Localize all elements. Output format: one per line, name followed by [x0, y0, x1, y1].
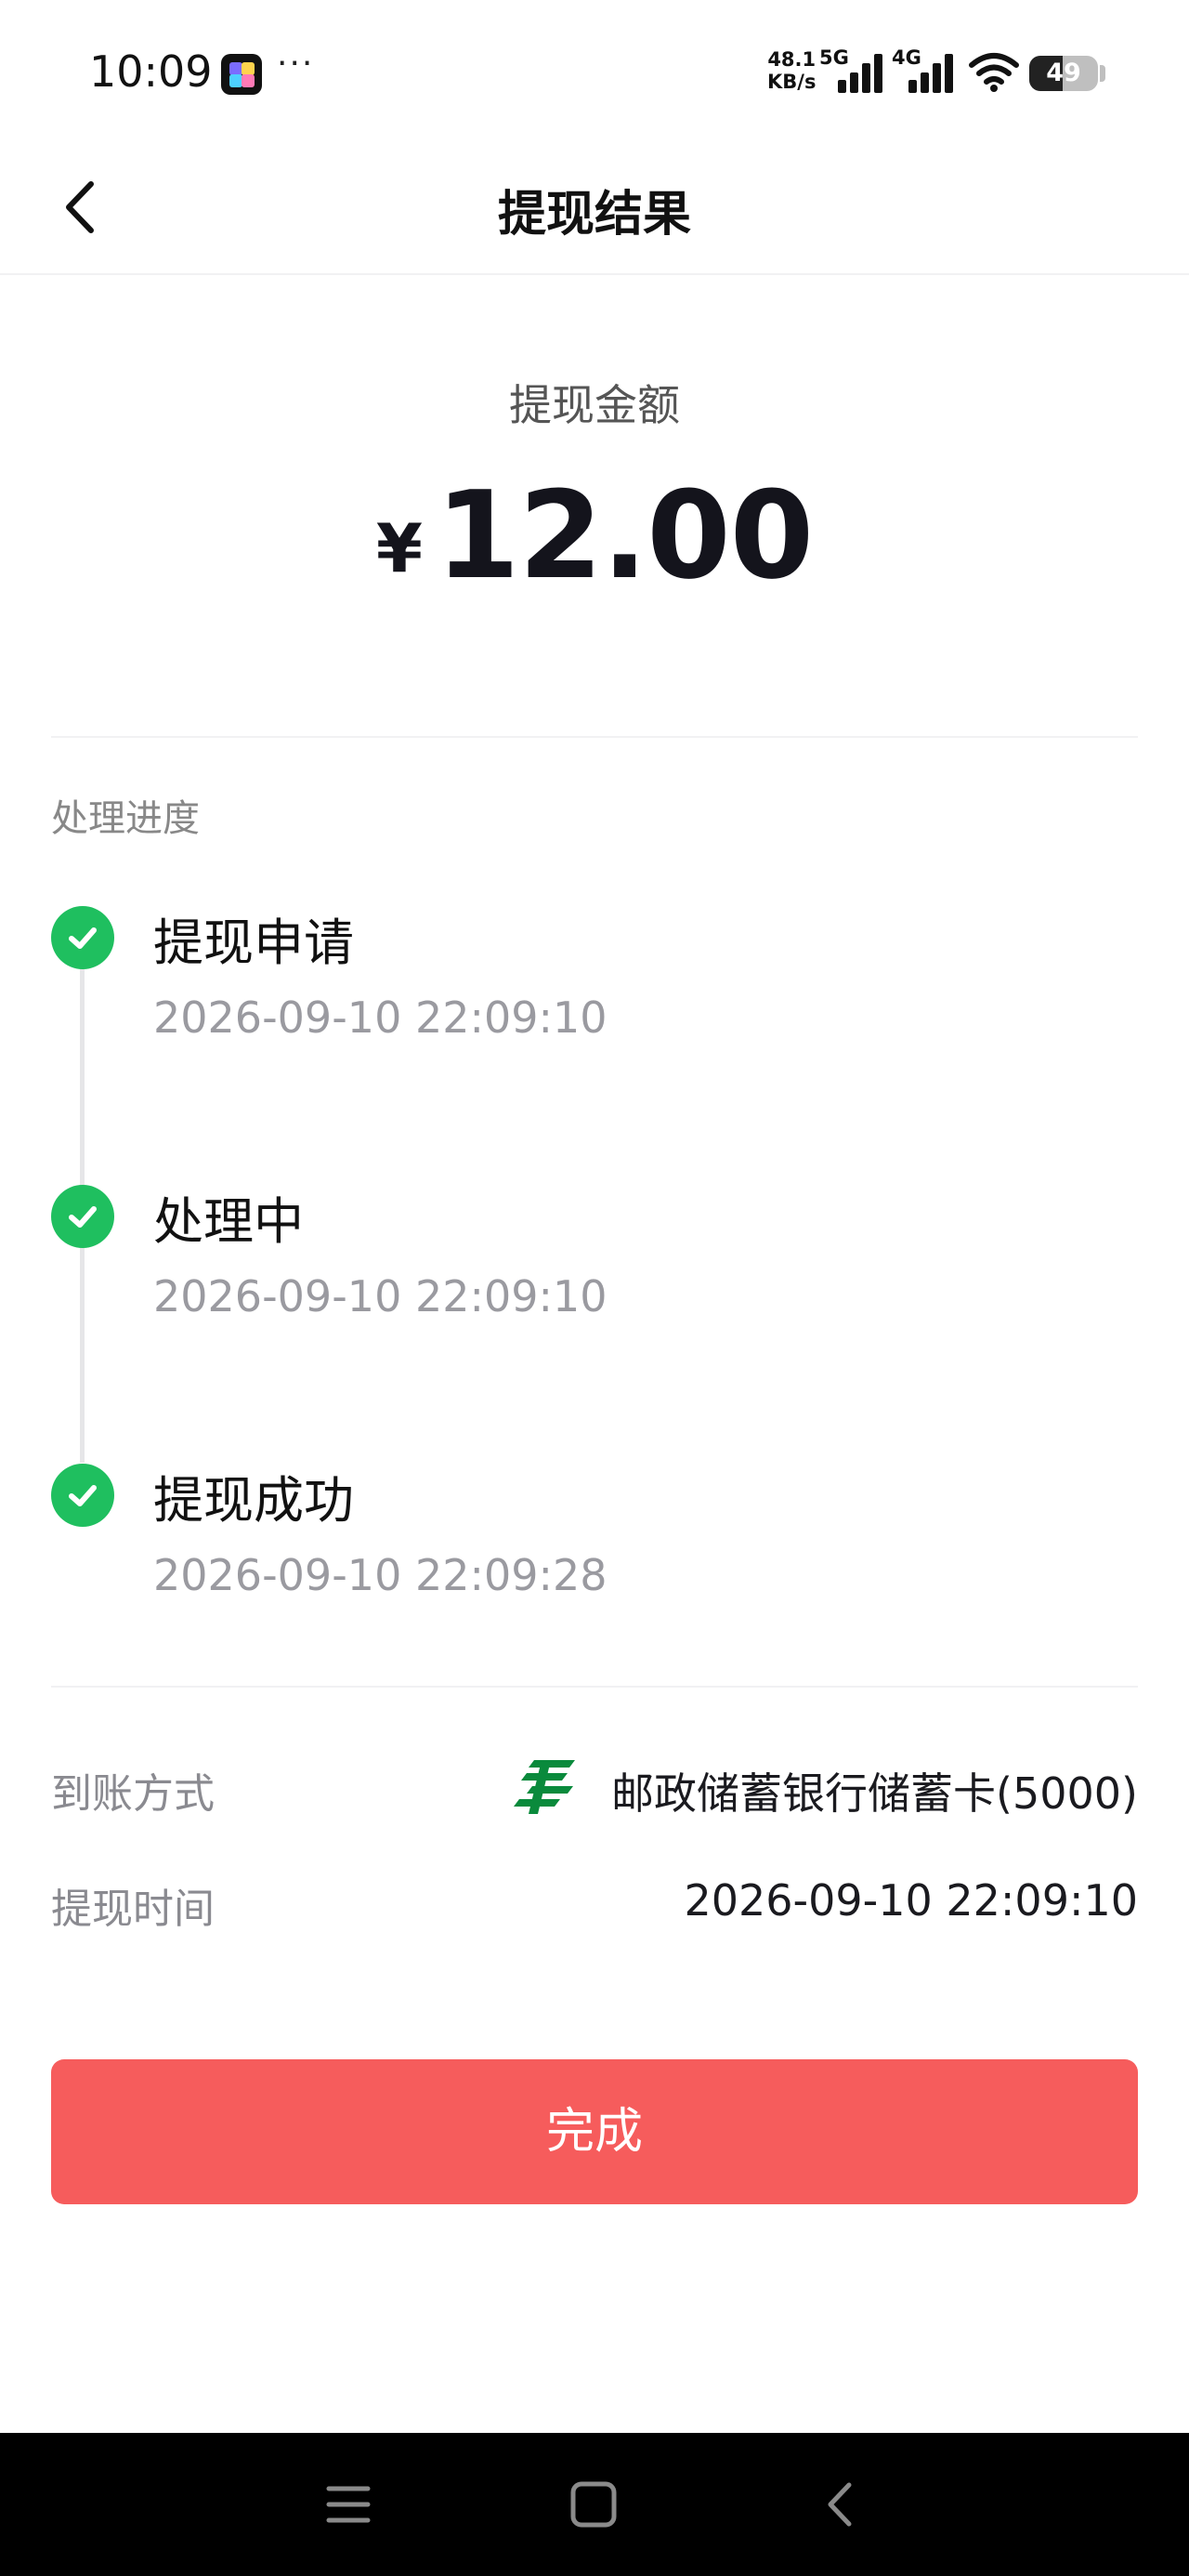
withdraw-time-row: 提现时间 2026-09-10 22:09:10 — [51, 1864, 1138, 1939]
nav-bar: 提现结果 — [0, 139, 1189, 275]
check-circle-icon — [51, 1185, 114, 1248]
timeline-step: 提现成功 2026-09-10 22:09:28 — [51, 1450, 1138, 1636]
timeline-step: 处理中 2026-09-10 22:09:10 — [51, 1171, 1138, 1357]
page-title: 提现结果 — [497, 187, 691, 243]
progress-title: 处理进度 — [51, 797, 200, 840]
step-title: 提现申请 — [153, 913, 354, 972]
battery-level: 49 — [1046, 59, 1081, 87]
step-title: 提现成功 — [153, 1471, 354, 1530]
app-notification-icon — [221, 54, 262, 95]
timeline-step: 提现申请 2026-09-10 22:09:10 — [51, 892, 1138, 1078]
signal-5g-icon — [838, 52, 892, 93]
check-circle-icon — [51, 906, 114, 969]
currency-symbol: ¥ — [375, 509, 423, 587]
step-time: 2026-09-10 22:09:10 — [153, 992, 608, 1043]
amount-label: 提现金额 — [509, 380, 680, 430]
battery-icon: 49 — [1029, 56, 1098, 91]
payout-method-value: 邮政储蓄银行储蓄卡(5000) — [611, 1768, 1138, 1819]
network-speed: 48.1 KB/s — [767, 48, 817, 93]
amount-value: 12.00 — [435, 465, 814, 606]
divider — [51, 1686, 1138, 1688]
signal-4g-icon — [908, 52, 962, 93]
step-time: 2026-09-10 22:09:28 — [153, 1550, 608, 1600]
status-bar: 10:09 ··· 48.1 KB/s 5G 4G 49 — [0, 0, 1189, 139]
withdraw-time-value: 2026-09-10 22:09:10 — [684, 1875, 1138, 1925]
payout-method-label: 到账方式 — [51, 1770, 215, 1818]
home-icon[interactable] — [568, 2479, 619, 2530]
withdraw-time-label: 提现时间 — [51, 1886, 215, 1933]
menu-icon[interactable] — [325, 2479, 372, 2530]
check-circle-icon — [51, 1464, 114, 1527]
divider — [51, 736, 1138, 738]
system-nav-bar — [0, 2433, 1189, 2576]
more-notifications-icon: ··· — [277, 45, 315, 83]
wifi-icon — [969, 53, 1019, 92]
status-time: 10:09 — [89, 46, 213, 97]
battery-tip — [1100, 65, 1105, 82]
step-title: 处理中 — [153, 1192, 304, 1251]
system-back-icon[interactable] — [817, 2479, 864, 2530]
withdraw-amount: ¥12.00 — [0, 465, 1189, 606]
step-time: 2026-09-10 22:09:10 — [153, 1271, 608, 1321]
progress-timeline: 提现申请 2026-09-10 22:09:10 处理中 2026-09-10 … — [51, 892, 1138, 1636]
payout-method-row: 到账方式 邮政储蓄银行储蓄卡(5000) — [51, 1749, 1138, 1823]
postal-bank-logo-icon — [514, 1760, 575, 1814]
done-button[interactable]: 完成 — [51, 2059, 1138, 2204]
